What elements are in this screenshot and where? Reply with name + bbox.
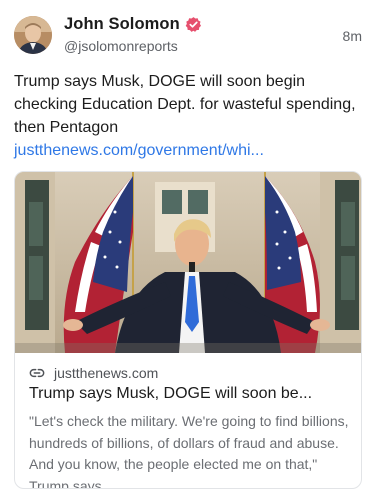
post-link[interactable]: justthenews.com/government/whi... [14,142,264,159]
post-text: Trump says Musk, DOGE will soon begin ch… [14,70,364,162]
post-header: John Solomon @jsolomonreports 8m [14,14,362,58]
verified-badge-icon [185,16,202,33]
link-preview-image[interactable] [15,172,361,353]
link-icon [29,365,45,381]
name-row: John Solomon [64,15,202,34]
post-body: Trump says Musk, DOGE will soon begin ch… [14,73,356,136]
link-preview-card[interactable]: justthenews.com Trump says Musk, DOGE wi… [14,171,362,489]
link-title[interactable]: Trump says Musk, DOGE will soon be... [29,385,351,403]
link-description: "Let's check the military. We're going t… [29,413,349,489]
author-name[interactable]: John Solomon [64,15,180,34]
author-handle[interactable]: @jsolomonreports [64,38,178,54]
link-domain: justthenews.com [54,365,159,381]
avatar[interactable] [14,16,52,54]
link-domain-row: justthenews.com [29,365,158,381]
post-timestamp[interactable]: 8m [343,28,362,44]
